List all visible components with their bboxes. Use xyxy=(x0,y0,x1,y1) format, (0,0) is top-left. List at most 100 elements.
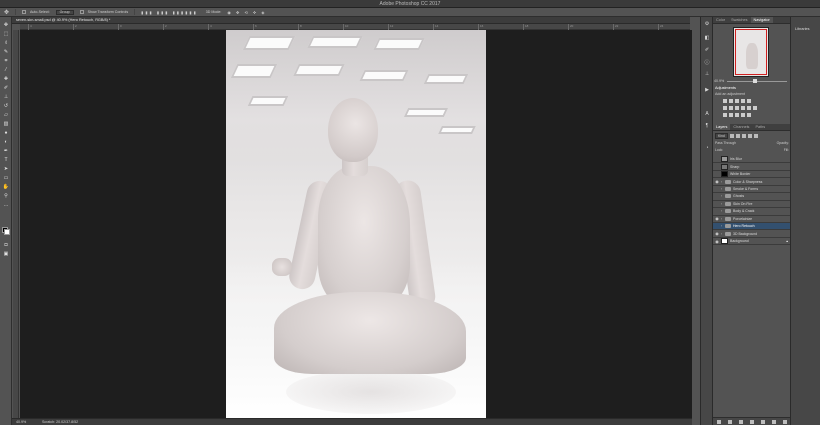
eraser-tool-icon[interactable]: ▱ xyxy=(2,111,10,118)
marquee-tool-icon[interactable]: ⬚ xyxy=(2,30,10,37)
layer-thumbnail[interactable] xyxy=(721,238,728,245)
layer-name[interactable]: Body & Crack xyxy=(733,209,754,213)
screen-mode-icon[interactable]: ▣ xyxy=(2,250,10,257)
visibility-eye-icon[interactable]: ◉ xyxy=(713,231,721,236)
vibrance-icon[interactable] xyxy=(747,99,751,103)
tab-channels[interactable]: Channels xyxy=(730,124,752,130)
status-zoom[interactable]: 40.9% xyxy=(16,420,26,424)
tab-swatches[interactable]: Swatches xyxy=(728,17,750,23)
brightness-icon[interactable] xyxy=(723,99,727,103)
auto-select-dropdown[interactable]: Group xyxy=(55,9,74,15)
layer-name[interactable]: Color & Sharpness xyxy=(733,180,762,184)
layer-row[interactable]: White Border xyxy=(713,171,791,179)
document-tab[interactable]: seven-skn-small.psd @ 40.9% (Hero Retouc… xyxy=(16,18,110,22)
hue-saturation-icon[interactable] xyxy=(723,106,727,110)
layer-row[interactable]: ◉ › 3D Background xyxy=(713,231,791,238)
layer-row[interactable]: Sharp xyxy=(713,163,791,171)
link-layers-icon[interactable] xyxy=(716,419,721,424)
move-tool-icon[interactable]: ✥ xyxy=(2,21,10,28)
layer-thumbnail[interactable] xyxy=(721,171,728,178)
new-adjustment-icon[interactable] xyxy=(749,419,754,424)
eyedropper-tool-icon[interactable]: ⁄ xyxy=(2,66,10,73)
add-mask-icon[interactable] xyxy=(738,419,743,424)
character-icon[interactable]: A xyxy=(703,111,711,119)
layer-row[interactable]: › Hero Retouch xyxy=(713,223,791,231)
filter-shape-icon[interactable] xyxy=(747,134,752,138)
paragraph-icon[interactable]: ¶ xyxy=(703,123,711,131)
properties-icon[interactable]: ◧ xyxy=(703,35,711,43)
history-brush-tool-icon[interactable]: ↺ xyxy=(2,102,10,109)
filter-smart-icon[interactable] xyxy=(753,134,758,138)
new-group-icon[interactable] xyxy=(761,419,766,424)
invert-icon[interactable] xyxy=(723,113,727,117)
fx-icon[interactable] xyxy=(727,419,732,424)
healing-tool-icon[interactable]: ✚ xyxy=(2,75,10,82)
layer-kind-filter[interactable]: Kind xyxy=(715,133,728,139)
layer-row[interactable]: ◉ Background 🔒︎ xyxy=(713,238,791,246)
type-tool-icon[interactable]: T xyxy=(2,156,10,163)
navigator-zoom-knob[interactable] xyxy=(753,79,757,83)
vertical-ruler[interactable] xyxy=(13,30,19,418)
lock-label[interactable]: Lock: xyxy=(715,148,723,152)
curves-icon[interactable] xyxy=(735,99,739,103)
layer-name[interactable]: Porcelainize xyxy=(733,217,752,221)
tab-paths[interactable]: Paths xyxy=(752,124,768,130)
navigator-view-box[interactable] xyxy=(735,29,767,75)
clone-source-icon[interactable]: ⊥ xyxy=(703,71,711,79)
color-balance-icon[interactable] xyxy=(729,106,733,110)
layer-name[interactable]: 3D Background xyxy=(733,232,757,236)
layer-name[interactable]: Smoke & Forms xyxy=(733,187,758,191)
navigator-zoom-slider[interactable] xyxy=(727,81,787,82)
zoom-tool-icon[interactable]: ⚲ xyxy=(2,192,10,199)
brush-presets-icon[interactable]: ✐ xyxy=(703,47,711,55)
tab-navigator[interactable]: Navigator xyxy=(750,17,773,23)
clone-stamp-tool-icon[interactable]: ⊥ xyxy=(2,93,10,100)
layer-row[interactable]: ◉ › Color & Sharpness xyxy=(713,178,791,186)
show-transform-checkbox[interactable]: Show Transform Controls xyxy=(79,10,128,14)
auto-select-check-icon[interactable] xyxy=(22,10,27,14)
history-icon[interactable]: ⚙ xyxy=(703,21,711,29)
photo-filter-icon[interactable] xyxy=(741,106,745,110)
layer-name[interactable]: Hero Retouch xyxy=(733,224,755,228)
quick-select-tool-icon[interactable]: ✎ xyxy=(2,48,10,55)
filter-adjustment-icon[interactable] xyxy=(735,134,740,138)
visibility-eye-icon[interactable]: ◉ xyxy=(713,216,721,221)
tab-color[interactable]: Color xyxy=(713,17,728,23)
threshold-icon[interactable] xyxy=(735,113,739,117)
opacity-label[interactable]: Opacity: xyxy=(777,141,789,145)
status-doc-info[interactable]: Scratch: 20.02/37.8/52 xyxy=(42,420,78,424)
visibility-eye-icon[interactable]: ◉ xyxy=(713,239,721,244)
levels-icon[interactable] xyxy=(729,99,733,103)
new-layer-icon[interactable] xyxy=(772,419,777,424)
background-color-swatch[interactable] xyxy=(4,229,10,235)
layer-name[interactable]: Background xyxy=(730,239,749,243)
dodge-tool-icon[interactable]: ◐ xyxy=(2,138,10,145)
layer-row[interactable]: › Body & Crack xyxy=(713,208,791,216)
channel-mixer-icon[interactable] xyxy=(747,106,751,110)
tab-layers[interactable]: Layers xyxy=(713,124,731,130)
quick-mask-icon[interactable]: ◘ xyxy=(2,241,10,248)
brush-tool-icon[interactable]: ✐ xyxy=(2,84,10,91)
canvas-area[interactable] xyxy=(20,30,692,418)
blend-mode-dropdown[interactable]: Pass Through xyxy=(715,141,736,145)
layer-row[interactable]: › Skin On Fire xyxy=(713,201,791,209)
navigator-zoom[interactable]: 40.9% xyxy=(714,79,724,83)
trash-icon[interactable] xyxy=(783,419,788,424)
filter-type-icon[interactable] xyxy=(741,134,746,138)
layer-name[interactable]: Sharp xyxy=(730,165,739,169)
fill-label[interactable]: Fill: xyxy=(784,148,789,152)
layer-thumbnail[interactable] xyxy=(721,156,728,163)
actions-icon[interactable]: ▶ xyxy=(703,87,711,95)
align-icons[interactable]: ▮▮▮ ▮▮▮ ▮▮▮▮▮▮ xyxy=(141,10,198,15)
document-canvas[interactable] xyxy=(226,30,486,418)
path-select-tool-icon[interactable]: ➤ xyxy=(2,165,10,172)
gradient-map-icon[interactable] xyxy=(741,113,745,117)
layer-thumbnail[interactable] xyxy=(721,163,728,170)
pen-tool-icon[interactable]: ✒ xyxy=(2,147,10,154)
hand-tool-icon[interactable]: ✋ xyxy=(2,183,10,190)
lasso-tool-icon[interactable]: ℓ xyxy=(2,39,10,46)
layer-name[interactable]: Ghosts xyxy=(733,194,744,198)
crop-tool-icon[interactable]: ⌗ xyxy=(2,57,10,64)
posterize-icon[interactable] xyxy=(729,113,733,117)
layer-name[interactable]: White Border xyxy=(730,172,750,176)
